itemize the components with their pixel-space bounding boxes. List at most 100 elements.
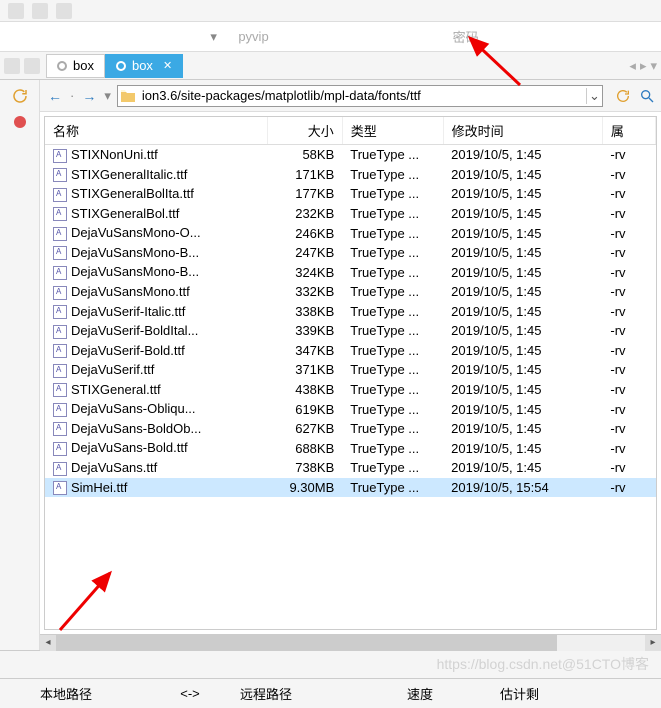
chevron-down-icon[interactable]: ▾ xyxy=(650,58,657,74)
tab-dot-icon xyxy=(57,61,67,71)
file-size: 338KB xyxy=(268,302,342,322)
font-file-icon xyxy=(53,481,67,495)
table-row[interactable]: STIXNonUni.ttf58KBTrueType ...2019/10/5,… xyxy=(45,145,656,165)
file-date: 2019/10/5, 1:45 xyxy=(443,145,602,165)
file-size: 347KB xyxy=(268,341,342,361)
tab-box-active[interactable]: box ✕ xyxy=(105,54,183,78)
table-row[interactable]: STIXGeneralBolIta.ttf177KBTrueType ...20… xyxy=(45,184,656,204)
file-table: 名称 大小 类型 修改时间 属 STIXNonUni.ttf58KBTrueTy… xyxy=(45,117,656,497)
col-header-modified[interactable]: 修改时间 xyxy=(443,117,602,145)
col-header-size[interactable]: 大小 xyxy=(268,117,342,145)
nav-sep: · xyxy=(70,88,74,103)
username-field[interactable]: pyvip xyxy=(232,26,438,48)
font-file-icon xyxy=(53,442,67,456)
file-attr: -rv xyxy=(602,458,655,478)
password-field[interactable]: 密码 xyxy=(447,26,653,48)
file-name: DejaVuSerif-Bold.ttf xyxy=(71,343,185,358)
status-estimate[interactable]: 估计剩 xyxy=(480,684,560,703)
table-row[interactable]: DejaVuSans-Obliqu...619KBTrueType ...201… xyxy=(45,399,656,419)
file-type: TrueType ... xyxy=(342,243,443,263)
file-attr: -rv xyxy=(602,223,655,243)
font-file-icon xyxy=(53,149,67,163)
file-type: TrueType ... xyxy=(342,184,443,204)
table-row[interactable]: STIXGeneralItalic.ttf171KBTrueType ...20… xyxy=(45,165,656,185)
table-row[interactable]: STIXGeneral.ttf438KBTrueType ...2019/10/… xyxy=(45,380,656,400)
col-header-attr[interactable]: 属 xyxy=(602,117,655,145)
font-file-icon xyxy=(53,286,67,300)
table-row[interactable]: DejaVuSansMono-B...247KBTrueType ...2019… xyxy=(45,243,656,263)
top-toolbar xyxy=(0,0,661,22)
table-row[interactable]: DejaVuSerif.ttf371KBTrueType ...2019/10/… xyxy=(45,360,656,380)
path-text: ion3.6/site-packages/matplotlib/mpl-data… xyxy=(138,88,586,103)
nav-fwd-icon[interactable] xyxy=(24,58,40,74)
tab-label: box xyxy=(73,58,94,73)
file-size: 9.30MB xyxy=(268,478,342,498)
scroll-thumb[interactable] xyxy=(56,635,557,651)
chevron-right-icon[interactable]: ▸ xyxy=(640,58,647,74)
table-row[interactable]: DejaVuSans-BoldOb...627KBTrueType ...201… xyxy=(45,419,656,439)
file-table-wrap[interactable]: 名称 大小 类型 修改时间 属 STIXNonUni.ttf58KBTrueTy… xyxy=(44,116,657,630)
font-file-icon xyxy=(53,227,67,241)
file-name: STIXGeneralBol.ttf xyxy=(71,206,179,221)
stop-icon[interactable] xyxy=(10,112,30,132)
file-date: 2019/10/5, 1:45 xyxy=(443,302,602,322)
file-name: SimHei.ttf xyxy=(71,480,127,495)
file-attr: -rv xyxy=(602,380,655,400)
chevron-down-icon[interactable]: ⌄ xyxy=(586,88,602,104)
toolbar-icon[interactable] xyxy=(8,3,24,19)
search-icon[interactable] xyxy=(639,88,655,104)
refresh-icon[interactable] xyxy=(10,86,30,106)
file-date: 2019/10/5, 1:45 xyxy=(443,399,602,419)
chevron-down-icon[interactable]: ▾ xyxy=(104,88,111,104)
dropdown-icon[interactable]: ▾ xyxy=(210,29,224,45)
col-header-name[interactable]: 名称 xyxy=(45,117,268,145)
file-size: 371KB xyxy=(268,360,342,380)
file-type: TrueType ... xyxy=(342,321,443,341)
file-attr: -rv xyxy=(602,438,655,458)
chevron-left-icon[interactable]: ◂ xyxy=(629,58,636,74)
nav-back-button[interactable]: ← xyxy=(46,88,64,104)
close-icon[interactable]: ✕ xyxy=(163,59,172,72)
file-attr: -rv xyxy=(602,419,655,439)
nav-back-icon[interactable] xyxy=(4,58,20,74)
refresh-icon[interactable] xyxy=(615,88,631,104)
credentials-bar: ▾ pyvip 密码 xyxy=(0,22,661,52)
file-attr: -rv xyxy=(602,360,655,380)
tab-box-inactive[interactable]: box xyxy=(46,54,105,78)
col-header-type[interactable]: 类型 xyxy=(342,117,443,145)
file-attr: -rv xyxy=(602,399,655,419)
file-size: 58KB xyxy=(268,145,342,165)
file-date: 2019/10/5, 1:45 xyxy=(443,419,602,439)
table-row[interactable]: DejaVuSerif-Italic.ttf338KBTrueType ...2… xyxy=(45,302,656,322)
file-size: 688KB xyxy=(268,438,342,458)
table-row[interactable]: DejaVuSerif-BoldItal...339KBTrueType ...… xyxy=(45,321,656,341)
toolbar-icon[interactable] xyxy=(32,3,48,19)
status-local[interactable]: 本地路径 xyxy=(20,684,160,703)
file-date: 2019/10/5, 1:45 xyxy=(443,380,602,400)
table-row[interactable]: DejaVuSansMono-B...324KBTrueType ...2019… xyxy=(45,262,656,282)
status-remote[interactable]: 远程路径 xyxy=(220,684,360,703)
table-row[interactable]: DejaVuSans-Bold.ttf688KBTrueType ...2019… xyxy=(45,438,656,458)
table-row[interactable]: DejaVuSansMono.ttf332KBTrueType ...2019/… xyxy=(45,282,656,302)
table-row[interactable]: DejaVuSerif-Bold.ttf347KBTrueType ...201… xyxy=(45,341,656,361)
tabs-row: box box ✕ ◂ ▸ ▾ xyxy=(0,52,661,80)
path-box[interactable]: ion3.6/site-packages/matplotlib/mpl-data… xyxy=(117,85,603,107)
scroll-right-icon[interactable]: ▸ xyxy=(645,635,661,651)
file-date: 2019/10/5, 1:45 xyxy=(443,360,602,380)
file-name: DejaVuSerif.ttf xyxy=(71,362,154,377)
table-row[interactable]: STIXGeneralBol.ttf232KBTrueType ...2019/… xyxy=(45,204,656,224)
file-size: 339KB xyxy=(268,321,342,341)
scroll-left-icon[interactable]: ◂ xyxy=(40,635,56,651)
table-row[interactable]: DejaVuSans.ttf738KBTrueType ...2019/10/5… xyxy=(45,458,656,478)
file-size: 627KB xyxy=(268,419,342,439)
toolbar-icon[interactable] xyxy=(56,3,72,19)
file-name: DejaVuSansMono.ttf xyxy=(71,284,190,299)
table-row[interactable]: DejaVuSansMono-O...246KBTrueType ...2019… xyxy=(45,223,656,243)
scrollbar-horizontal[interactable]: ◂ ▸ xyxy=(40,634,661,650)
status-direction[interactable]: <-> xyxy=(160,686,220,701)
table-row[interactable]: SimHei.ttf9.30MBTrueType ...2019/10/5, 1… xyxy=(45,478,656,498)
file-size: 232KB xyxy=(268,204,342,224)
scroll-track[interactable] xyxy=(56,635,645,651)
status-speed[interactable]: 速度 xyxy=(360,684,480,703)
nav-fwd-button[interactable]: → xyxy=(80,88,98,104)
